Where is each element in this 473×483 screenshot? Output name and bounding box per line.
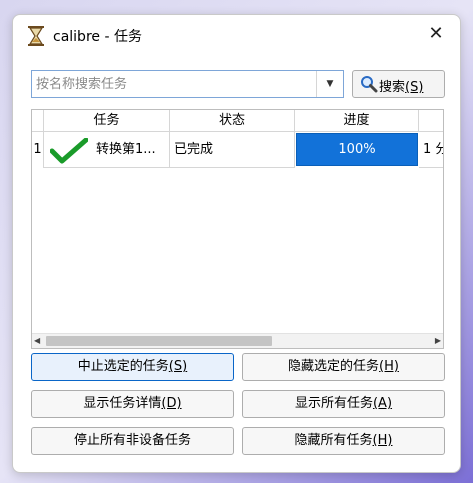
table-row[interactable]: 转换第1... — [44, 132, 170, 168]
row-index: 1 — [32, 132, 44, 168]
jobs-table[interactable]: 任务 状态 进度 1 转换第1... 已完成 100% 1 分 ◀ ▶ — [31, 109, 444, 349]
progress-text: 100% — [338, 142, 376, 157]
task-name: 转换第1... — [96, 142, 156, 157]
hide-all-button[interactable]: 隐藏所有任务(H) — [242, 427, 445, 455]
window-title: calibre - 任务 — [53, 29, 142, 45]
jobs-dialog: calibre - 任务 ✕ ▼ 搜索(S) 任务 状态 进度 1 转换第1..… — [12, 14, 461, 473]
hourglass-icon — [28, 26, 44, 46]
scroll-left-icon[interactable]: ◀ — [34, 334, 44, 348]
status-cell: 已完成 — [170, 132, 295, 168]
search-button-label: 搜索(S) — [379, 80, 424, 95]
stop-selected-button[interactable]: 中止选定的任务(S) — [31, 353, 234, 381]
stop-all-non-device-button[interactable]: 停止所有非设备任务 — [31, 427, 234, 455]
show-details-button[interactable]: 显示任务详情(D) — [31, 390, 234, 418]
title-bar: calibre - 任务 ✕ — [13, 15, 460, 55]
search-input[interactable] — [32, 71, 316, 97]
show-all-button[interactable]: 显示所有任务(A) — [242, 390, 445, 418]
search-button[interactable]: 搜索(S) — [352, 70, 445, 98]
column-header-progress[interactable]: 进度 — [295, 110, 419, 132]
horizontal-scrollbar[interactable]: ◀ ▶ — [32, 333, 443, 348]
progress-cell: 100% — [295, 132, 419, 168]
close-button[interactable]: ✕ — [424, 22, 448, 46]
column-header-task[interactable]: 任务 — [44, 110, 170, 132]
close-icon: ✕ — [428, 23, 444, 44]
column-header-status[interactable]: 状态 — [170, 110, 295, 132]
search-combo[interactable]: ▼ — [31, 70, 344, 98]
eta-cell: 1 分 — [419, 132, 443, 168]
checkmark-icon — [50, 138, 88, 164]
column-header-eta[interactable] — [419, 110, 443, 132]
scroll-right-icon[interactable]: ▶ — [431, 334, 441, 348]
row-header-corner — [32, 110, 44, 132]
scrollbar-thumb[interactable] — [46, 336, 272, 346]
magnifier-icon — [361, 76, 378, 93]
chevron-down-icon[interactable]: ▼ — [316, 71, 343, 97]
hide-selected-button[interactable]: 隐藏选定的任务(H) — [242, 353, 445, 381]
